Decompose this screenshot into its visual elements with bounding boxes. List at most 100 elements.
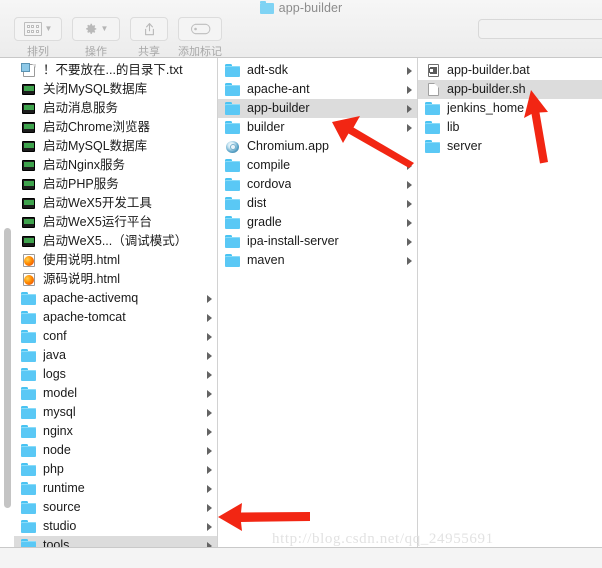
chevron-right-icon (407, 123, 412, 132)
list-item[interactable]: 启动消息服务 (14, 99, 217, 118)
folder-icon (21, 291, 37, 306)
terminal-script-icon (21, 158, 37, 173)
list-item-label: 启动WeX5开发工具 (43, 196, 152, 210)
list-item-label: ipa-install-server (247, 234, 339, 248)
list-item-label: adt-sdk (247, 63, 288, 77)
share-button[interactable] (130, 17, 168, 41)
arrange-button[interactable]: ▼ (14, 17, 62, 41)
list-item[interactable]: adt-sdk (218, 61, 417, 80)
terminal-script-icon (21, 177, 37, 192)
folder-icon (21, 329, 37, 344)
list-item[interactable]: 启动MySQL数据库 (14, 137, 217, 156)
folder-icon (225, 158, 241, 173)
list-item[interactable]: apache-ant (218, 80, 417, 99)
list-item[interactable]: node (14, 441, 217, 460)
list-item-label: lib (447, 120, 460, 134)
search-input[interactable] (478, 19, 602, 39)
chevron-right-icon (207, 465, 212, 474)
list-item[interactable]: app-builder (218, 99, 417, 118)
chevron-right-icon (207, 313, 212, 322)
list-item[interactable]: Chromium.app (218, 137, 417, 156)
list-item[interactable]: 使用说明.html (14, 251, 217, 270)
list-item[interactable]: 启动WeX5开发工具 (14, 194, 217, 213)
list-item-label: php (43, 462, 64, 476)
list-item[interactable]: maven (218, 251, 417, 270)
list-item[interactable]: app-builder.bat (418, 61, 602, 80)
list-item[interactable]: nginx (14, 422, 217, 441)
list-item[interactable]: app-builder.sh (418, 80, 602, 99)
folder-icon (21, 310, 37, 325)
list-item[interactable]: 启动Nginx服务 (14, 156, 217, 175)
list-item[interactable]: 启动WeX5...（调试模式） (14, 232, 217, 251)
list-item[interactable]: apache-tomcat (14, 308, 217, 327)
list-item[interactable]: runtime (14, 479, 217, 498)
toolbar-button-action[interactable]: ▼ 操作 (72, 17, 120, 59)
list-item[interactable]: lib (418, 118, 602, 137)
column-1-scrollbar[interactable] (4, 228, 11, 508)
folder-icon (225, 177, 241, 192)
list-item[interactable]: conf (14, 327, 217, 346)
chevron-right-icon (207, 389, 212, 398)
column-3-rows: app-builder.bat app-builder.sh jenkins_hom… (418, 58, 602, 156)
toolbar-button-add-tag[interactable]: 添加标记 (178, 17, 222, 59)
chevron-right-icon (207, 332, 212, 341)
chevron-right-icon (407, 180, 412, 189)
list-item[interactable]: tools (14, 536, 217, 547)
list-item[interactable]: logs (14, 365, 217, 384)
finder-toolbar: app-builder ▼ 排列 ▼ 操作 共享 添加标记 (0, 0, 602, 58)
add-tag-button[interactable] (178, 17, 222, 41)
list-item-label: 启动Chrome浏览器 (43, 120, 150, 134)
folder-icon (225, 253, 241, 268)
bat-file-icon (425, 63, 441, 78)
list-item[interactable]: gradle (218, 213, 417, 232)
action-button[interactable]: ▼ (72, 17, 120, 41)
folder-icon (225, 101, 241, 116)
list-item-label: Chromium.app (247, 139, 329, 153)
chevron-right-icon (207, 503, 212, 512)
list-item-label: app-builder.bat (447, 63, 530, 77)
list-item-label: model (43, 386, 78, 400)
list-item[interactable]: apache-activemq (14, 289, 217, 308)
folder-icon (225, 82, 241, 97)
list-item[interactable]: dist (218, 194, 417, 213)
list-item[interactable]: compile (218, 156, 417, 175)
folder-icon (21, 519, 37, 534)
list-item[interactable]: 关闭MySQL数据库 (14, 80, 217, 99)
list-item-label: 源码说明.html (43, 272, 121, 286)
search-input-field[interactable] (479, 20, 602, 38)
chevron-right-icon (407, 66, 412, 75)
share-icon (143, 22, 156, 37)
folder-icon (21, 500, 37, 515)
list-item[interactable]: model (14, 384, 217, 403)
list-item[interactable]: cordova (218, 175, 417, 194)
list-item[interactable]: 启动PHP服务 (14, 175, 217, 194)
list-item[interactable]: 启动Chrome浏览器 (14, 118, 217, 137)
list-item[interactable]: java (14, 346, 217, 365)
chevron-right-icon (207, 294, 212, 303)
arrange-grid-icon (23, 22, 42, 36)
toolbar-button-arrange[interactable]: ▼ 排列 (14, 17, 62, 59)
list-item-label: ！不要放在...的目录下.txt (43, 63, 183, 77)
toolbar-button-share[interactable]: 共享 (130, 17, 168, 59)
window-title-bar: app-builder (0, 0, 602, 16)
list-item-label: app-builder (247, 101, 310, 115)
list-item[interactable]: 启动WeX5运行平台 (14, 213, 217, 232)
list-item-label: 启动PHP服务 (43, 177, 119, 191)
list-item[interactable]: source (14, 498, 217, 517)
list-item[interactable]: builder (218, 118, 417, 137)
list-item[interactable]: php (14, 460, 217, 479)
list-item[interactable]: server (418, 137, 602, 156)
firefox-html-icon (21, 272, 37, 287)
list-item[interactable]: ipa-install-server (218, 232, 417, 251)
folder-icon (21, 348, 37, 363)
chevron-down-icon: ▼ (44, 24, 53, 33)
list-item[interactable]: studio (14, 517, 217, 536)
list-item[interactable]: ！不要放在...的目录下.txt (14, 61, 217, 80)
list-item[interactable]: mysql (14, 403, 217, 422)
list-item-label: studio (43, 519, 77, 533)
chevron-down-icon: ▼ (100, 24, 109, 33)
list-item[interactable]: jenkins_home (418, 99, 602, 118)
list-item-label: 启动Nginx服务 (43, 158, 125, 172)
list-item-label: apache-tomcat (43, 310, 126, 324)
list-item[interactable]: 源码说明.html (14, 270, 217, 289)
